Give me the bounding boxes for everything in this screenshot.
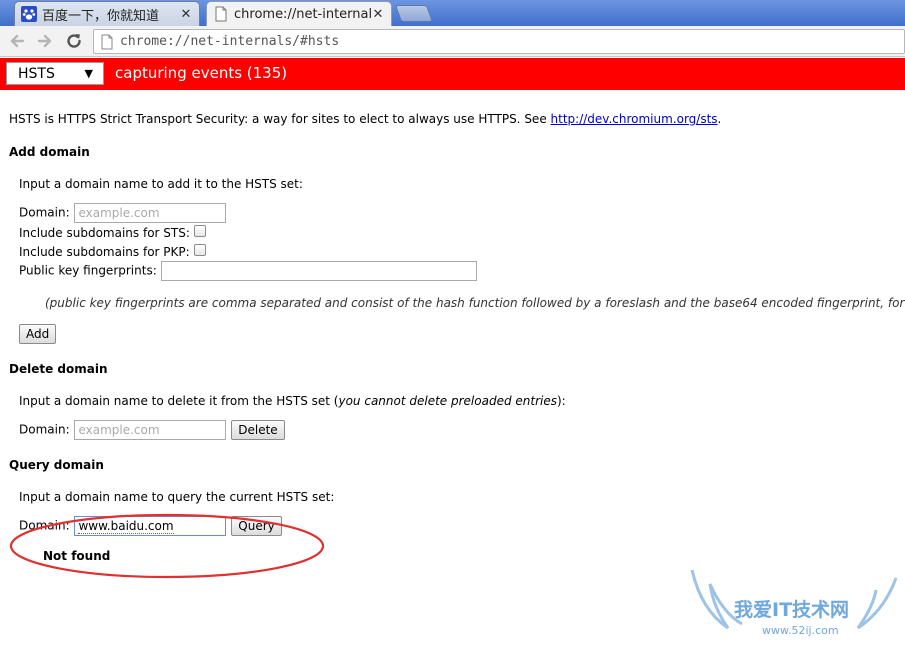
watermark-text: 我爱IT技术网 bbox=[734, 598, 849, 621]
page-icon bbox=[215, 6, 227, 22]
delete-button[interactable]: Delete bbox=[231, 420, 285, 440]
tab-baidu[interactable]: 百度一下，你就知道 ✕ bbox=[14, 1, 200, 26]
browser-toolbar: chrome://net-internals/#hsts bbox=[0, 26, 905, 57]
add-domain-input[interactable]: example.com bbox=[74, 203, 227, 223]
new-tab-button[interactable] bbox=[394, 5, 434, 22]
fingerprints-label: Public key fingerprints: bbox=[19, 263, 157, 278]
forward-arrow-icon[interactable] bbox=[34, 30, 56, 52]
delete-domain-row: Domain: example.com Delete bbox=[19, 420, 285, 440]
tab-title: 百度一下，你就知道 bbox=[42, 8, 160, 24]
net-internals-header: HSTS ▼ capturing events (135) bbox=[0, 58, 905, 90]
dropdown-arrow-icon: ▼ bbox=[84, 67, 93, 80]
address-url: chrome://net-internals/#hsts bbox=[120, 34, 340, 49]
page-icon bbox=[101, 34, 113, 49]
add-button[interactable]: Add bbox=[19, 324, 57, 344]
view-select-value: HSTS bbox=[18, 65, 55, 82]
capture-status: capturing events (135) bbox=[115, 64, 288, 82]
delete-domain-heading: Delete domain bbox=[9, 362, 108, 376]
address-bar[interactable]: chrome://net-internals/#hsts bbox=[93, 29, 905, 54]
annotation-ellipse bbox=[9, 513, 325, 579]
sts-row: Include subdomains for STS: bbox=[19, 224, 206, 240]
watermark-url: www.52ij.com bbox=[762, 624, 839, 637]
domain-label: Domain: bbox=[19, 422, 70, 437]
delete-instruction-close: ): bbox=[556, 394, 566, 408]
pkp-row: Include subdomains for PKP: bbox=[19, 243, 206, 259]
back-arrow-icon[interactable] bbox=[6, 30, 28, 52]
pkp-label: Include subdomains for PKP: bbox=[19, 245, 190, 259]
fingerprints-input[interactable] bbox=[160, 261, 477, 281]
tab-strip: 百度一下，你就知道 ✕ chrome://net-internals ✕ bbox=[0, 0, 905, 26]
tab-net-internals[interactable]: chrome://net-internals ✕ bbox=[206, 1, 392, 26]
pkp-checkbox[interactable] bbox=[193, 243, 206, 256]
view-select[interactable]: HSTS ▼ bbox=[6, 62, 104, 85]
delete-domain-instruction: Input a domain name to delete it from th… bbox=[19, 394, 566, 408]
close-icon[interactable]: ✕ bbox=[371, 7, 385, 22]
fingerprints-note: (public key fingerprints are comma separ… bbox=[45, 296, 905, 310]
tab-title: chrome://net-internals bbox=[234, 6, 371, 22]
add-domain-row: Domain: example.com bbox=[19, 203, 227, 223]
close-icon[interactable]: ✕ bbox=[179, 7, 193, 22]
domain-label: Domain: bbox=[19, 205, 70, 220]
sts-label: Include subdomains for STS: bbox=[19, 226, 190, 240]
winged-logo-icon: 我爱IT技术网 www.52ij.com bbox=[690, 569, 898, 637]
intro-text: HSTS is HTTPS Strict Transport Security:… bbox=[9, 112, 551, 126]
delete-instruction-emphasis: you cannot delete preloaded entries bbox=[338, 394, 557, 408]
fingerprints-row: Public key fingerprints: bbox=[19, 261, 477, 281]
reload-icon[interactable] bbox=[63, 30, 85, 52]
sts-checkbox[interactable] bbox=[193, 224, 206, 237]
delete-instruction-text: Input a domain name to delete it from th… bbox=[19, 394, 339, 408]
intro-period: . bbox=[717, 112, 722, 126]
baidu-paw-icon bbox=[21, 6, 37, 22]
watermark: 我爱IT技术网 www.52ij.com bbox=[688, 566, 900, 647]
hsts-intro: HSTS is HTTPS Strict Transport Security:… bbox=[9, 112, 721, 126]
sts-link[interactable]: http://dev.chromium.org/sts bbox=[551, 112, 718, 126]
delete-domain-input[interactable]: example.com bbox=[74, 420, 227, 440]
add-domain-instruction: Input a domain name to add it to the HST… bbox=[19, 177, 303, 191]
query-domain-heading: Query domain bbox=[9, 458, 104, 472]
query-domain-instruction: Input a domain name to query the current… bbox=[19, 490, 335, 504]
add-domain-heading: Add domain bbox=[9, 145, 90, 159]
